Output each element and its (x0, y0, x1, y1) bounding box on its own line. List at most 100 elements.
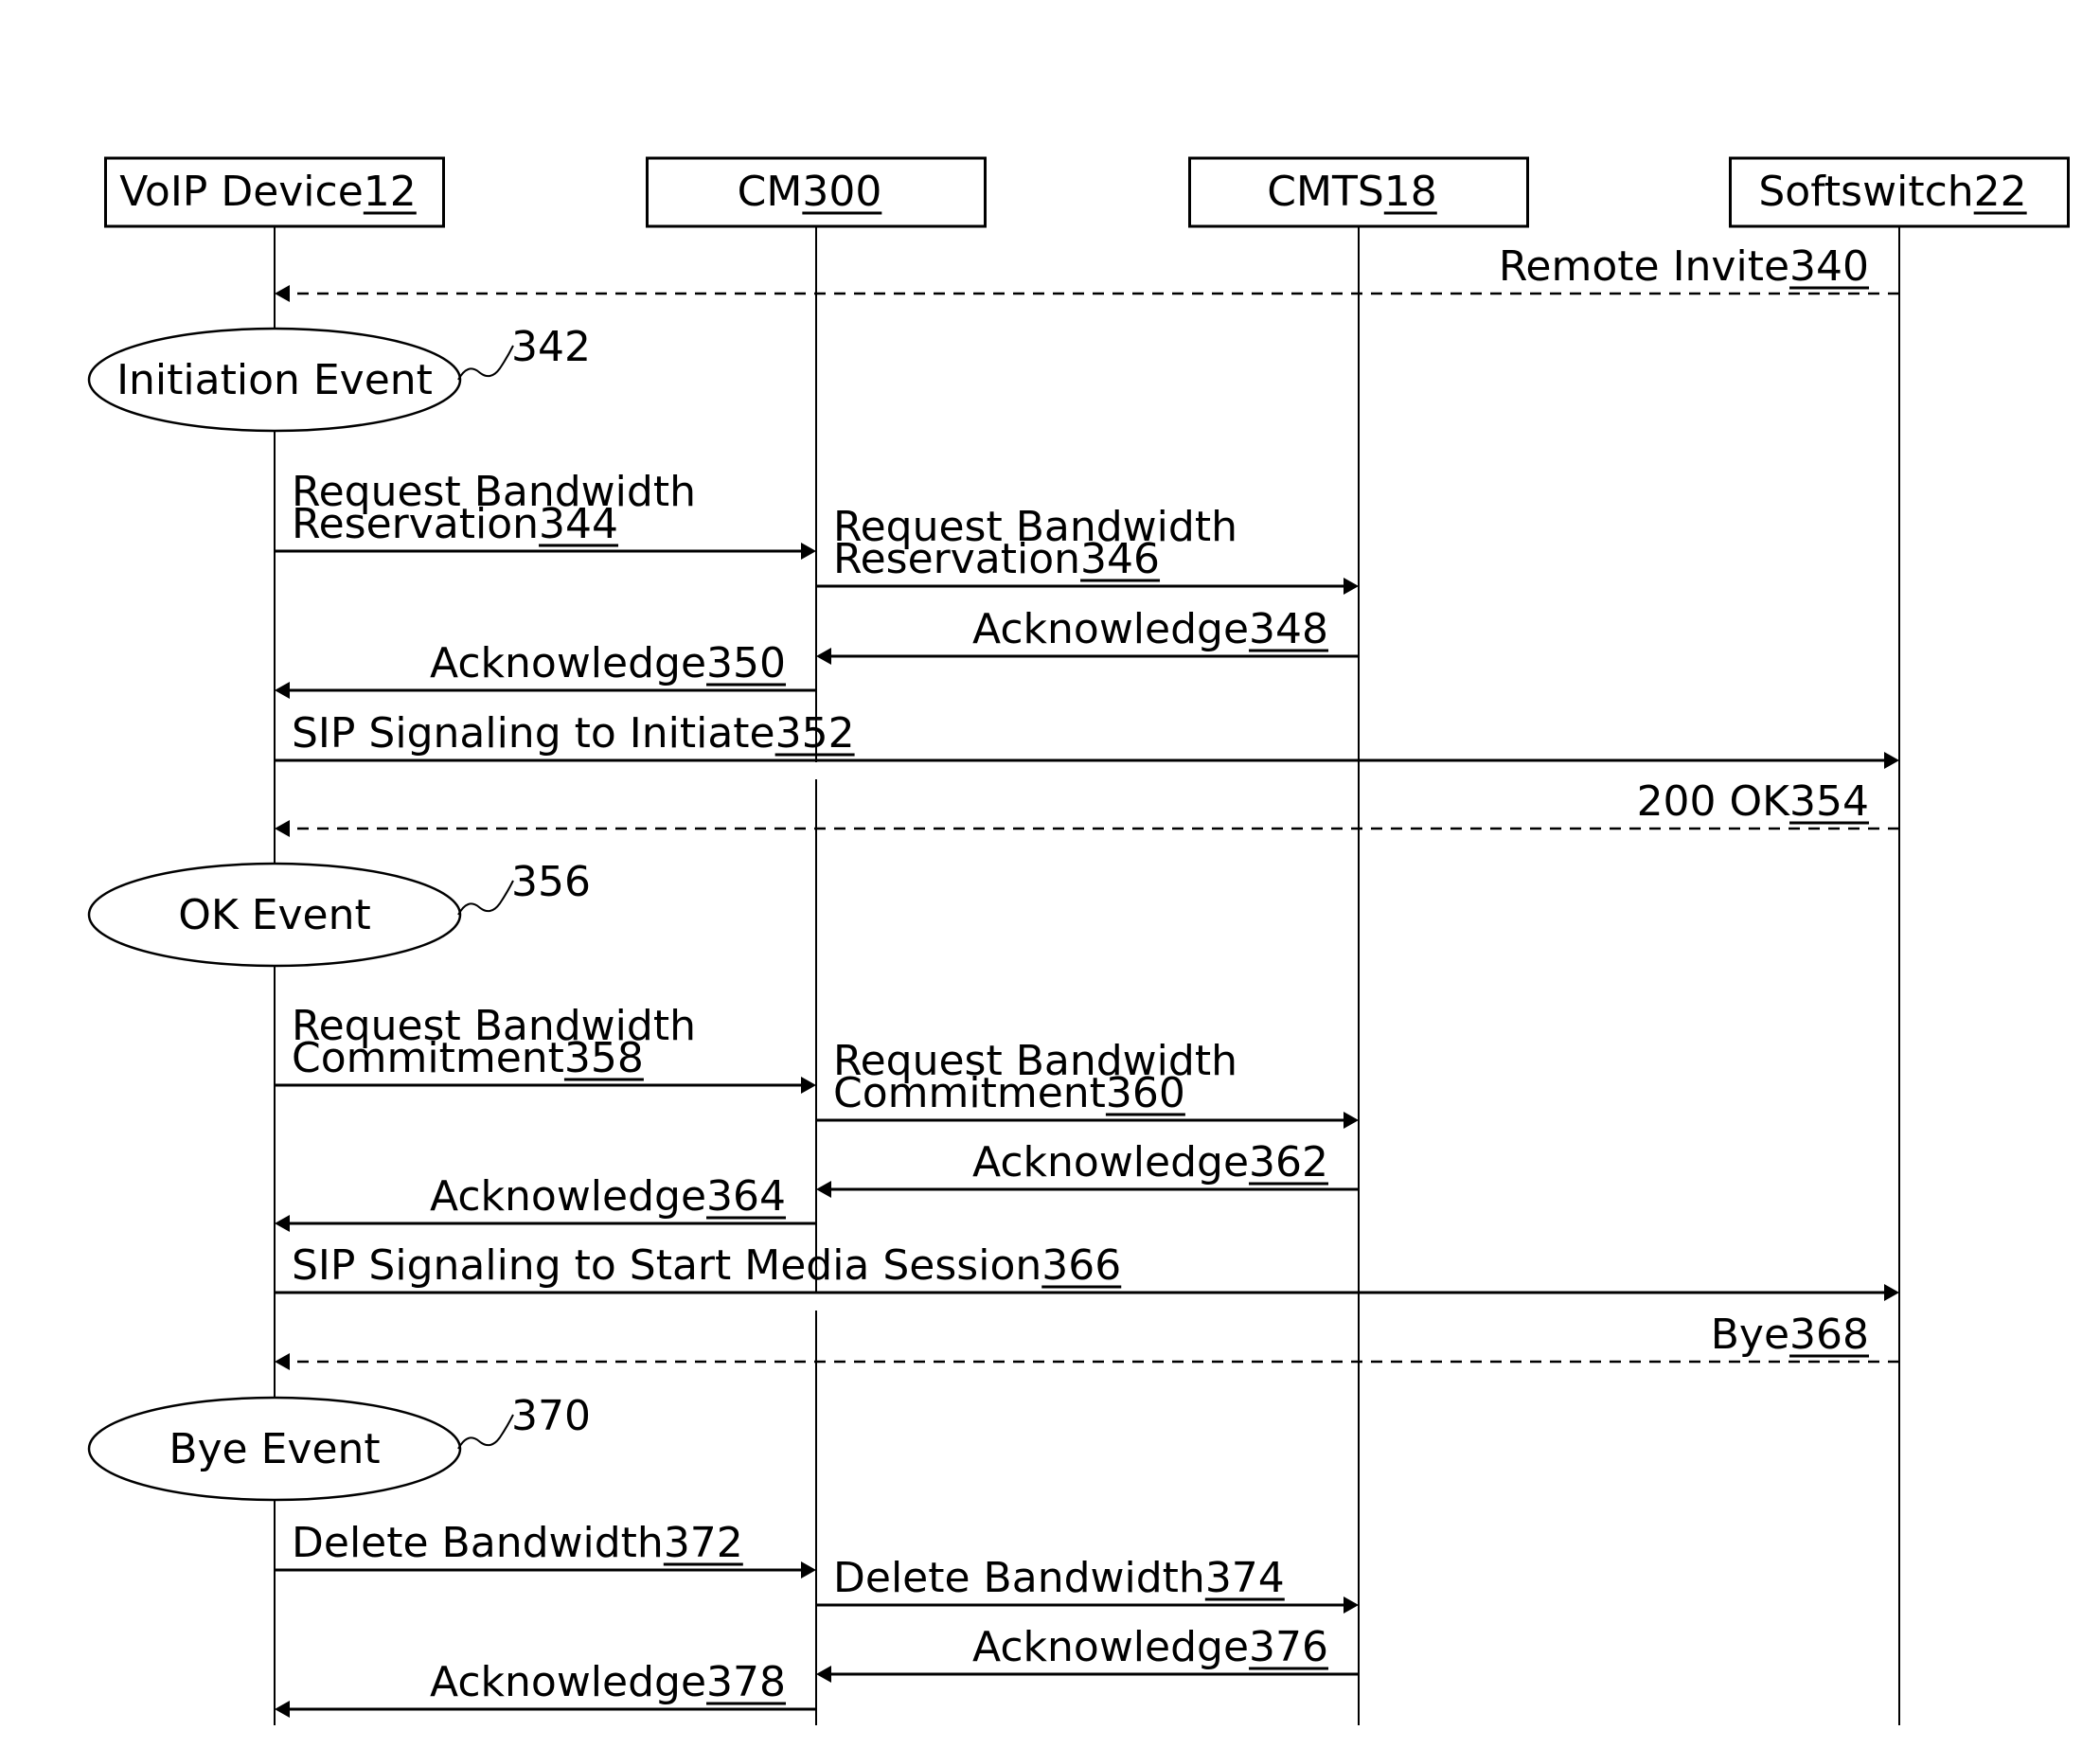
message-label: Acknowledge 350 (430, 639, 787, 687)
participant-label: CM 300 (738, 168, 882, 216)
message-358: Request BandwidthCommitment 358 (275, 1002, 816, 1094)
message-label-text: Acknowledge (972, 1138, 1249, 1186)
reference-number: 374 (1205, 1554, 1285, 1602)
message-372: Delete Bandwidth 372 (275, 1519, 816, 1579)
message-364: Acknowledge 364 (275, 1172, 816, 1232)
message-378: Acknowledge 378 (275, 1658, 816, 1718)
arrowhead-icon (275, 1701, 290, 1718)
leader-line (457, 880, 514, 916)
participant-label-text: CM (738, 168, 803, 216)
message-label-text: Remote Invite (1499, 242, 1789, 291)
reference-number: 364 (706, 1172, 786, 1221)
message-label: Acknowledge 376 (972, 1623, 1329, 1671)
message-360: Request BandwidthCommitment 360 (816, 1037, 1359, 1129)
participant-label-text: VoIP Device (119, 168, 364, 216)
participant-label: VoIP Device 12 (119, 168, 417, 216)
reference-number: 22 (1974, 168, 2027, 216)
message-label: SIP Signaling to Start Media Session 366 (292, 1241, 1122, 1290)
event-label: OK Event (178, 891, 371, 939)
reference-number: 368 (1789, 1311, 1869, 1359)
message-label: Reservation 344 (292, 500, 619, 548)
participant-label: Softswitch 22 (1758, 168, 2027, 216)
message-label: Commitment 360 (833, 1069, 1185, 1117)
arrowhead-icon (275, 1215, 290, 1232)
arrowhead-icon (275, 1353, 290, 1370)
leader-line (457, 345, 514, 381)
reference-number: 300 (802, 168, 881, 216)
message-366: SIP Signaling to Start Media Session 366 (275, 1241, 1899, 1301)
arrowhead-icon (816, 1666, 831, 1683)
arrowhead-icon (1344, 578, 1359, 595)
participants: VoIP Device 12 CM 300 CMTS 18 Softswitch 22 (104, 156, 2070, 228)
message-label: SIP Signaling to Initiate 352 (292, 709, 855, 758)
message-348: Acknowledge 348 (816, 605, 1359, 665)
arrowhead-icon (816, 648, 831, 665)
message-362: Acknowledge 362 (816, 1138, 1359, 1198)
message-340: Remote Invite 340 (275, 242, 1899, 302)
event-label: Initiation Event (116, 356, 433, 404)
message-label-text: Delete Bandwidth (292, 1519, 664, 1567)
message-368: Bye 368 (275, 1311, 1899, 1370)
leader-line (457, 1414, 514, 1450)
message-label: Delete Bandwidth 374 (833, 1554, 1285, 1602)
message-label-text: Reservation (833, 535, 1080, 583)
message-344: Request BandwidthReservation 344 (275, 468, 816, 560)
reference-number: 362 (1249, 1138, 1328, 1186)
arrowhead-icon (1344, 1112, 1359, 1129)
message-label-text: Delete Bandwidth (833, 1554, 1205, 1602)
message-label: 200 OK 354 (1637, 777, 1870, 826)
event-reference-number: 342 (511, 323, 591, 371)
message-label-text: Acknowledge (430, 1658, 706, 1706)
reference-number: 366 (1041, 1241, 1121, 1290)
message-label: Bye 368 (1711, 1311, 1870, 1359)
reference-number: 340 (1789, 242, 1869, 291)
lifelines (274, 226, 1900, 1725)
message-label-text: Commitment (292, 1034, 564, 1082)
participant-softswitch: Softswitch 22 (1729, 156, 2070, 228)
message-346: Request BandwidthReservation 346 (816, 503, 1359, 595)
arrowhead-icon (275, 285, 290, 302)
message-label-text: Acknowledge (972, 605, 1249, 653)
message-label-text: Acknowledge (430, 1172, 706, 1221)
message-376: Acknowledge 376 (816, 1623, 1359, 1683)
arrowhead-icon (1344, 1596, 1359, 1614)
arrowhead-icon (801, 1077, 816, 1094)
event-356: OK Event 356 (87, 858, 591, 968)
event-370: Bye Event 370 (87, 1392, 591, 1502)
message-label: Acknowledge 362 (972, 1138, 1329, 1186)
message-label-text: Bye (1711, 1311, 1789, 1359)
arrowhead-icon (1884, 752, 1899, 769)
message-label: Remote Invite 340 (1499, 242, 1870, 291)
message-label-text: Acknowledge (430, 639, 706, 687)
event-reference-number: 356 (511, 858, 591, 906)
reference-number: 12 (364, 168, 417, 216)
message-label-text: SIP Signaling to Start Media Session (292, 1241, 1041, 1290)
participant-label: CMTS 18 (1267, 168, 1437, 216)
message-350: Acknowledge 350 (275, 639, 816, 699)
event-reference-number: 370 (511, 1392, 591, 1440)
reference-number: 376 (1249, 1623, 1328, 1671)
arrowhead-icon (275, 682, 290, 699)
event-label: Bye Event (169, 1425, 380, 1473)
message-label: Reservation 346 (833, 535, 1161, 583)
participant-voip: VoIP Device 12 (104, 156, 445, 228)
arrowhead-icon (816, 1181, 831, 1198)
sequence-diagram: VoIP Device 12 CM 300 CMTS 18 Softswitch 22 Rem… (87, 156, 2070, 1725)
arrowhead-icon (1884, 1284, 1899, 1301)
reference-number: 378 (706, 1658, 786, 1706)
participant-label-text: Softswitch (1758, 168, 1973, 216)
message-374: Delete Bandwidth 374 (816, 1554, 1359, 1614)
reference-number: 348 (1249, 605, 1328, 653)
participant-cm: CM 300 (646, 156, 987, 228)
reference-number: 344 (539, 500, 618, 548)
reference-number: 18 (1384, 168, 1437, 216)
reference-number: 358 (564, 1034, 644, 1082)
message-label: Commitment 358 (292, 1034, 644, 1082)
message-label-text: Reservation (292, 500, 539, 548)
participant-cmts: CMTS 18 (1188, 156, 1529, 228)
reference-number: 354 (1789, 777, 1869, 826)
participant-label-text: CMTS (1267, 168, 1384, 216)
message-label-text: 200 OK (1637, 777, 1791, 826)
reference-number: 346 (1080, 535, 1160, 583)
arrowhead-icon (275, 820, 290, 837)
